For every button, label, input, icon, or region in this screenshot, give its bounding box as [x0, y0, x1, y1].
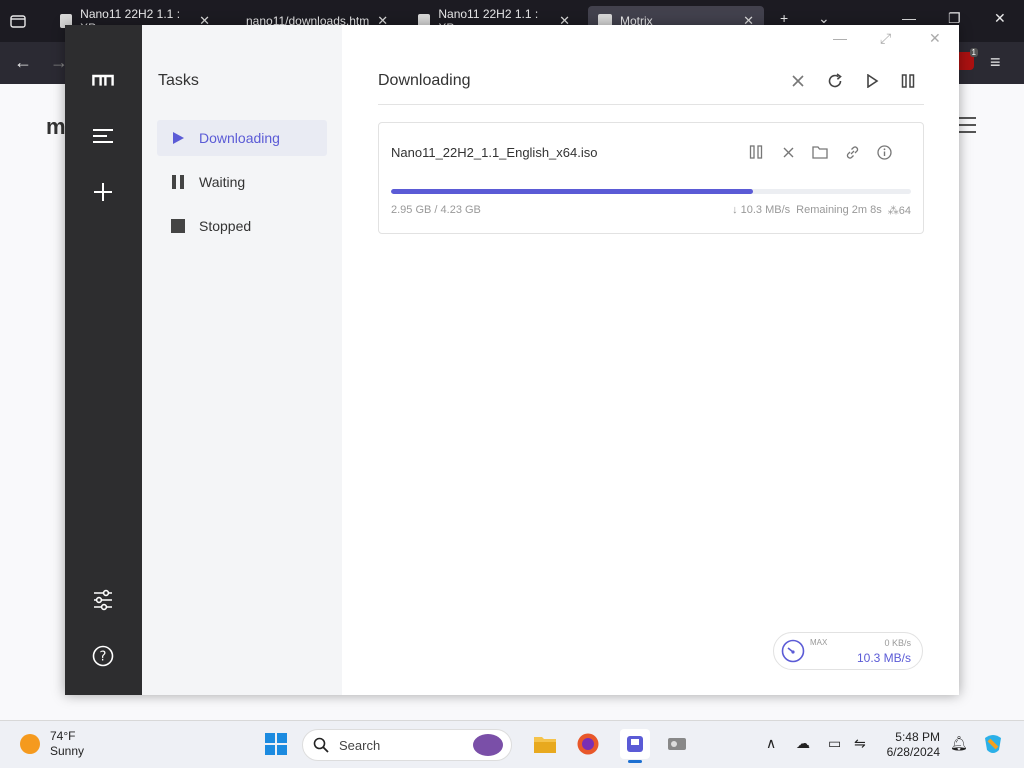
sidebar-item-label: Stopped [199, 218, 252, 234]
upload-speed: 0 KB/s [884, 638, 911, 648]
connections-count: ⁂64 [888, 204, 911, 217]
sidebar-title: Tasks [158, 72, 199, 89]
pause-task-icon[interactable] [747, 143, 765, 161]
total-download-speed: 10.3 MB/s [856, 651, 911, 665]
speedometer[interactable]: MAX 0 KB/s 10.3 MB/s [773, 632, 923, 670]
tasks-sidebar: Tasks Downloading Waiting Stopped [142, 25, 342, 695]
task-list-icon[interactable] [91, 124, 115, 148]
maximize-window-icon[interactable]: ⤢ [880, 30, 891, 47]
active-app-indicator [628, 760, 642, 763]
play-icon [173, 132, 184, 144]
notification-bell-icon[interactable]: 🔔︎ [950, 735, 968, 752]
connections-value: 64 [898, 205, 911, 217]
progress-bar [391, 189, 911, 194]
hamburger-menu-icon[interactable]: ≡ [990, 52, 1001, 73]
onedrive-offline-icon[interactable]: ☁ [796, 735, 810, 752]
task-list-panel: — ⤢ ✕ Downloading Nano11_22H2_1.1_Englis… [342, 25, 959, 695]
open-folder-icon[interactable] [811, 143, 829, 161]
minimize-browser-icon[interactable]: — [902, 10, 916, 26]
taskbar-search-box[interactable]: Search [302, 729, 512, 761]
tab-overview-button[interactable] [0, 6, 42, 36]
task-filename: Nano11_22H2_1.1_English_x64.iso [391, 145, 598, 160]
site-menu-icon[interactable] [958, 112, 976, 138]
search-placeholder: Search [339, 737, 381, 753]
header-divider [378, 104, 924, 105]
weather-description: Sunny [50, 744, 85, 758]
windows-taskbar: 74°F Sunny Search ∧ ☁ ▭ ⇋ 5:48 PM 6/28/2… [0, 720, 1024, 768]
task-stats: ↓ 10.3 MB/s Remaining 2m 8s ⁂64 [732, 204, 911, 217]
task-info-icon[interactable] [875, 143, 893, 161]
weather-temperature: 74°F [50, 729, 76, 743]
extension-badge: 1 [969, 48, 978, 57]
speedometer-gauge-icon [780, 638, 806, 664]
delete-all-tasks-icon[interactable] [788, 71, 808, 91]
clock-time: 5:48 PM [895, 730, 940, 744]
task-card[interactable]: Nano11_22H2_1.1_English_x64.iso 2.95 GB … [378, 122, 924, 234]
delete-task-icon[interactable] [779, 143, 797, 161]
search-icon [313, 737, 329, 753]
snipping-tool-icon[interactable] [664, 731, 690, 757]
motrix-logo-icon [91, 68, 115, 92]
copy-link-icon[interactable] [843, 143, 861, 161]
help-icon[interactable]: ? [91, 644, 115, 668]
preferences-sliders-icon[interactable] [91, 588, 115, 612]
motrix-taskbar-icon[interactable] [620, 729, 650, 763]
pause-all-icon[interactable] [898, 71, 918, 91]
clock-date: 6/28/2024 [886, 745, 940, 759]
speed-max-label: MAX [810, 638, 828, 647]
sidebar-item-waiting[interactable]: Waiting [157, 164, 327, 200]
weather-widget[interactable]: 74°F Sunny [20, 729, 84, 759]
progress-bar-fill [391, 189, 754, 194]
sidebar-item-label: Downloading [199, 130, 280, 146]
refresh-icon[interactable] [825, 71, 845, 91]
back-arrow-icon[interactable]: ← [14, 52, 32, 73]
add-task-icon[interactable] [91, 180, 115, 204]
remaining-time: Remaining 2m 8s [796, 204, 882, 216]
resume-all-icon[interactable] [862, 71, 882, 91]
task-size: 2.95 GB / 4.23 GB [391, 204, 481, 216]
connections-icon: ⁂ [887, 205, 899, 217]
motrix-window: ? Tasks Downloading Waiting Stopped — ⤢ … [65, 25, 959, 695]
sidebar-item-stopped[interactable]: Stopped [157, 208, 327, 244]
svg-text:?: ? [100, 650, 107, 665]
sun-icon [20, 734, 40, 754]
firefox-icon[interactable] [575, 731, 601, 757]
display-icon[interactable]: ▭ [828, 735, 841, 752]
close-browser-icon[interactable]: ✕ [994, 10, 1006, 27]
tab-list-icon [10, 15, 26, 28]
sidebar-item-label: Waiting [199, 174, 246, 190]
pause-icon [172, 175, 184, 189]
stop-icon [171, 219, 185, 233]
new-tab-icon[interactable]: + [780, 10, 788, 26]
site-logo-icon: m [46, 114, 66, 139]
network-icon[interactable]: ⇋ [854, 735, 866, 752]
copilot-icon[interactable] [980, 731, 1006, 757]
close-window-icon[interactable]: ✕ [929, 30, 941, 47]
search-highlight-icon [473, 734, 503, 756]
page-title: Downloading [378, 72, 471, 89]
app-nav-rail: ? [65, 25, 142, 695]
taskbar-clock[interactable]: 5:48 PM 6/28/2024 [884, 730, 940, 760]
minimize-window-icon[interactable]: — [833, 30, 847, 46]
file-explorer-icon[interactable] [532, 731, 558, 757]
download-speed: ↓ 10.3 MB/s [732, 204, 791, 216]
sidebar-item-downloading[interactable]: Downloading [157, 120, 327, 156]
windows-start-icon[interactable] [263, 731, 289, 757]
show-hidden-icons-icon[interactable]: ∧ [766, 735, 776, 752]
